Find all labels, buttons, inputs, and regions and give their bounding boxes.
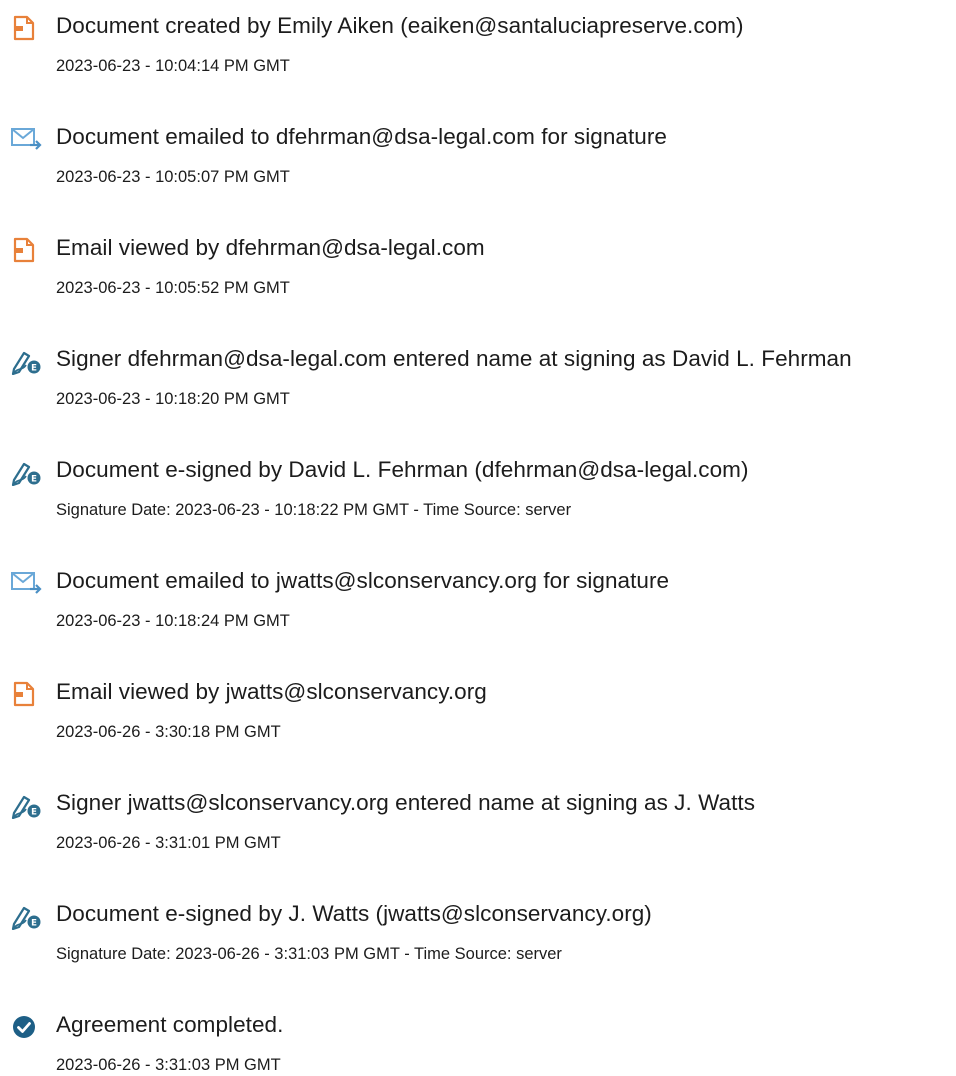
svg-text:E: E [31,808,37,818]
event-title: Agreement completed. [56,1012,284,1037]
svg-text:E: E [31,475,37,485]
e-sign-pen-icon: E [10,458,44,486]
audit-event-agreement-completed: Agreement completed. 2023-06-26 - 3:31:0… [0,1011,956,1074]
audit-event-signer-entered-name: E Signer jwatts@slconservancy.org entere… [0,789,956,869]
audit-event-document-emailed: Document emailed to dfehrman@dsa-legal.c… [0,123,956,203]
audit-event-list: Document created by Emily Aiken (eaiken@… [0,0,956,1074]
event-title: Document emailed to jwatts@slconservancy… [56,568,670,593]
event-title: Signer dfehrman@dsa-legal.com entered na… [56,346,852,371]
event-timestamp: 2023-06-23 - 10:18:24 PM GMT [56,612,290,630]
e-sign-pen-icon: E [10,791,44,819]
audit-event-email-viewed: Email viewed by jwatts@slconservancy.org… [0,678,956,758]
event-title: Signer jwatts@slconservancy.org entered … [56,790,756,815]
audit-event-signer-entered-name: E Signer dfehrman@dsa-legal.com entered … [0,345,956,425]
audit-event-email-viewed: Email viewed by dfehrman@dsa-legal.com 2… [0,234,956,314]
event-timestamp: 2023-06-26 - 3:31:01 PM GMT [56,834,281,852]
event-timestamp: Signature Date: 2023-06-26 - 3:31:03 PM … [56,945,562,963]
event-timestamp: Signature Date: 2023-06-23 - 10:18:22 PM… [56,501,572,519]
document-icon [10,236,44,264]
event-title: Document e-signed by David L. Fehrman (d… [56,457,749,482]
event-timestamp: 2023-06-23 - 10:05:52 PM GMT [56,279,290,297]
audit-event-document-emailed: Document emailed to jwatts@slconservancy… [0,567,956,647]
svg-text:E: E [31,919,37,929]
audit-event-document-esigned: E Document e-signed by J. Watts (jwatts@… [0,900,956,980]
event-timestamp: 2023-06-23 - 10:04:14 PM GMT [56,57,290,75]
audit-event-document-esigned: E Document e-signed by David L. Fehrman … [0,456,956,536]
event-title: Document created by Emily Aiken (eaiken@… [56,13,744,38]
event-timestamp: 2023-06-26 - 3:30:18 PM GMT [56,723,281,741]
email-sent-icon [10,125,44,153]
event-timestamp: 2023-06-23 - 10:05:07 PM GMT [56,168,290,186]
audit-event-document-created: Document created by Emily Aiken (eaiken@… [0,12,956,92]
e-sign-pen-icon: E [10,902,44,930]
email-sent-icon [10,569,44,597]
event-title: Document e-signed by J. Watts (jwatts@sl… [56,901,652,926]
event-title: Email viewed by jwatts@slconservancy.org [56,679,487,704]
document-icon [10,680,44,708]
svg-text:E: E [31,364,37,374]
event-title: Document emailed to dfehrman@dsa-legal.c… [56,124,667,149]
e-sign-pen-icon: E [10,347,44,375]
event-timestamp: 2023-06-23 - 10:18:20 PM GMT [56,390,290,408]
event-timestamp: 2023-06-26 - 3:31:03 PM GMT [56,1056,281,1074]
document-icon [10,14,44,42]
event-title: Email viewed by dfehrman@dsa-legal.com [56,235,485,260]
check-circle-icon [10,1013,44,1041]
